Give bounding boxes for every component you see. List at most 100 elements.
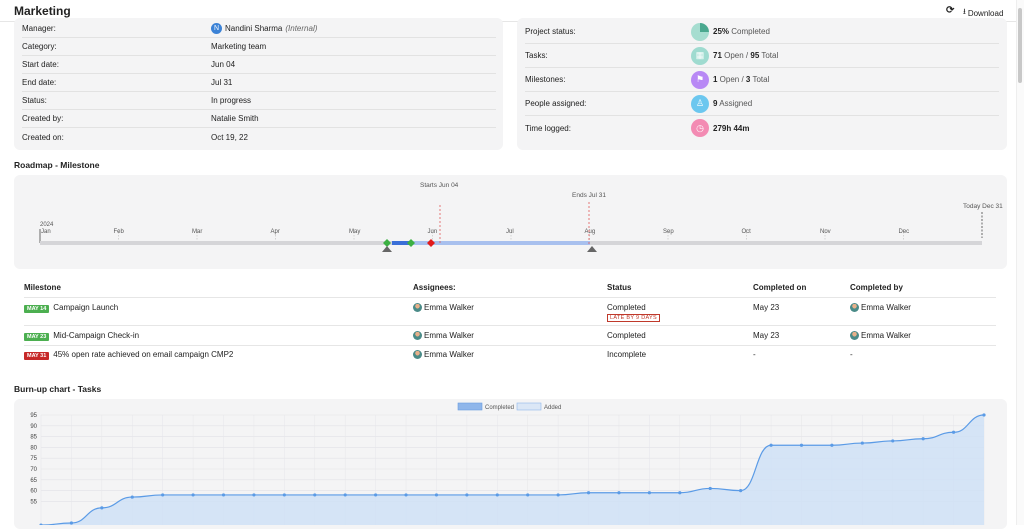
stat-suffix: Open / (721, 51, 751, 60)
burnup-chart-card: Completed Added 95 90 85 80 75 70 65 60 55 (14, 399, 1007, 529)
refresh-icon[interactable]: ⟳ (946, 5, 954, 16)
month-label: May (349, 229, 360, 235)
project-details-card: Manager: N Nandini Sharma (Internal) Cat… (14, 18, 503, 150)
month-label: Nov (820, 229, 831, 235)
table-row[interactable]: MAY 14 Campaign Launch Emma Walker Comple… (24, 297, 996, 325)
stat-row-people: People assigned: ♙ 9 Assigned (525, 92, 999, 116)
stat-row-project-status: Project status: 25% Completed (525, 20, 999, 44)
milestone-diamond[interactable] (383, 239, 391, 247)
start-handle[interactable] (382, 246, 392, 252)
data-point (769, 443, 773, 447)
stat-label: Milestones: (525, 75, 566, 84)
avatar (850, 331, 859, 340)
scrollbar-thumb[interactable] (1018, 8, 1022, 83)
milestone-name[interactable]: Campaign Launch (53, 303, 118, 312)
stat-value: 279h 44m (713, 123, 750, 133)
detail-row-manager: Manager: N Nandini Sharma (Internal) (22, 20, 496, 38)
stat-label: Tasks: (525, 51, 548, 60)
milestone-name[interactable]: 45% open rate achieved on email campaign… (53, 350, 233, 359)
completed-by: Emma Walker (861, 303, 911, 312)
milestone-diamond[interactable] (407, 239, 415, 247)
data-point (221, 493, 226, 497)
completed-on: - (753, 350, 756, 359)
data-point (69, 521, 74, 525)
data-point (678, 491, 682, 495)
manager-avatar: N (211, 23, 222, 34)
month-label: Jun (428, 229, 438, 235)
y-tick-label: 60 (30, 489, 37, 495)
milestone-date-badge: MAY 14 (24, 305, 50, 313)
detail-value: Jun 04 (211, 60, 236, 69)
data-point (739, 489, 743, 493)
legend-swatch-completed (457, 402, 483, 411)
header-status: Status (607, 283, 632, 292)
avatar (413, 331, 422, 340)
data-point (282, 493, 286, 497)
project-range-bar (394, 241, 590, 245)
detail-row-end-date: End date: Jul 31 (22, 74, 496, 92)
month-label: Oct (742, 229, 752, 235)
month-label: Dec (899, 229, 910, 235)
month-label: Jan (41, 229, 51, 235)
completed-by: - (850, 350, 853, 359)
status-text: Completed (607, 303, 646, 312)
milestone-diamond[interactable] (427, 239, 435, 247)
series-area-added (47, 415, 984, 525)
data-point (495, 493, 499, 497)
burnup-chart: Completed Added 95 90 85 80 75 70 65 60 55 (30, 402, 986, 525)
flag-icon: ⚑ (691, 70, 709, 89)
status-text: Completed (607, 331, 646, 340)
y-tick-label: 90 (30, 424, 37, 430)
header-completed-on: Completed on (753, 283, 807, 292)
start-label: Starts Jun 04 (420, 182, 459, 189)
pie-icon (691, 22, 709, 41)
stat-suffix: Completed (729, 27, 770, 36)
data-point (100, 506, 104, 510)
y-tick-label: 55 (30, 499, 37, 505)
data-point (982, 413, 986, 417)
detail-label: Created on: (22, 132, 64, 142)
detail-row-category: Category: Marketing team (22, 38, 496, 56)
stat-value: 71 (713, 51, 722, 60)
table-row[interactable]: MAY 31 45% open rate achieved on email ca… (24, 345, 996, 365)
data-point (921, 437, 925, 441)
legend-completed: Completed (485, 405, 514, 411)
stat-row-tasks: Tasks: ▦ 71 Open / 95 Total (525, 44, 999, 68)
data-point (647, 491, 651, 495)
today-label: Today Dec 31 (963, 203, 1003, 210)
stat-suffix-2: Total (750, 75, 770, 84)
list-icon: ▦ (691, 46, 709, 65)
detail-row-start-date: Start date: Jun 04 (22, 56, 496, 74)
milestone-table: Milestone Assignees: Status Completed on… (14, 274, 1007, 370)
end-handle[interactable] (587, 246, 597, 252)
table-row[interactable]: MAY 23 Mid-Campaign Check-in Emma Walker … (24, 325, 996, 345)
data-point (586, 491, 591, 495)
completed-by: Emma Walker (861, 331, 911, 340)
y-tick-label: 75 (30, 456, 37, 462)
manager-name[interactable]: Nandini Sharma (225, 24, 282, 33)
stat-label: Time logged: (525, 123, 571, 133)
milestone-name[interactable]: Mid-Campaign Check-in (53, 331, 139, 340)
avatar (413, 303, 422, 312)
status-text: Incomplete (607, 350, 647, 359)
month-label: Mar (192, 229, 202, 235)
month-label: Feb (114, 229, 125, 235)
assignee-name: Emma Walker (424, 350, 474, 359)
completed-on: May 23 (753, 303, 780, 312)
month-label: Aug (585, 229, 596, 235)
legend-swatch-added (516, 402, 542, 411)
data-point (465, 493, 469, 497)
month-label: Jul (506, 229, 514, 235)
detail-label: Manager: (22, 24, 56, 33)
avatar (413, 350, 422, 359)
data-point (161, 493, 165, 497)
detail-label: Created by: (22, 114, 64, 123)
table-header: Milestone Assignees: Status Completed on… (24, 283, 996, 297)
detail-row-status: Status: In progress (22, 92, 496, 110)
detail-row-created-by: Created by: Natalie Smith (22, 110, 496, 128)
manager-note: (Internal) (285, 24, 318, 33)
data-point (799, 443, 804, 447)
y-tick-label: 95 (30, 413, 37, 419)
data-point (343, 493, 347, 497)
y-tick-label: 65 (30, 478, 37, 484)
